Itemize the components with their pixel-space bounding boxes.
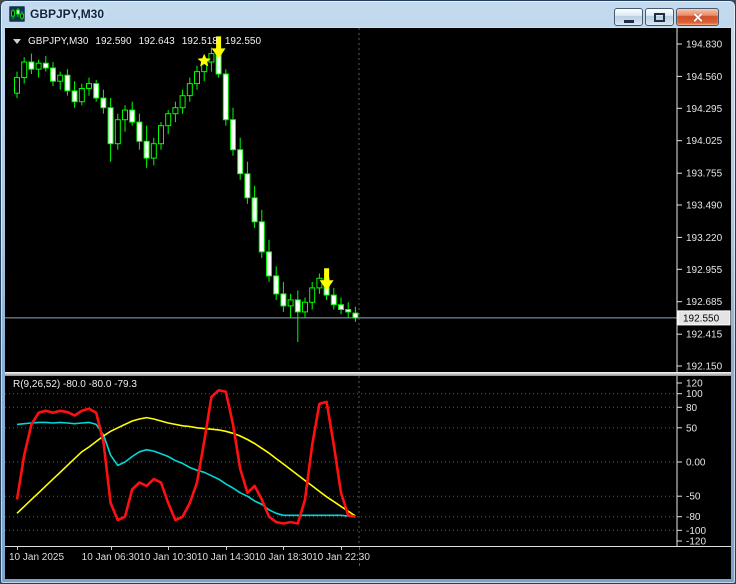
close-icon <box>692 12 703 23</box>
time-label: 10 Jan 22:30 <box>312 552 370 563</box>
price-tick-label: 192.150 <box>686 362 723 373</box>
price-tick-label: 194.560 <box>686 72 723 83</box>
minimize-button[interactable] <box>614 8 643 26</box>
mt4-chart-window: GBPJPY,M30 GBPJPY,M30 192.590 192.643 19… <box>0 0 736 584</box>
time-axis[interactable]: 10 Jan 2025 10 Jan 06:30 10 Jan 10:30 10 Ja… <box>5 546 731 579</box>
symbol-period-label: GBPJPY,M30 <box>28 36 89 47</box>
time-label: 10 Jan 06:30 <box>81 552 140 563</box>
chart-window-icon[interactable] <box>9 6 25 22</box>
time-tick <box>341 547 342 550</box>
time-tick <box>110 547 112 550</box>
time-tick <box>283 547 285 550</box>
svg-text:192.550: 192.550 <box>683 313 720 324</box>
time-tick <box>168 547 170 550</box>
maximize-icon <box>654 12 665 22</box>
indicator-tick-label: 100 <box>686 389 703 400</box>
indicator-tick-label: 80 <box>686 403 698 414</box>
one-click-trading-arrow[interactable] <box>13 39 21 48</box>
time-label: 10 Jan 14:30 <box>196 552 255 563</box>
maximize-button[interactable] <box>645 8 674 26</box>
candles <box>14 47 359 342</box>
candlestick-chart[interactable]: 194.830 194.560 194.295 194.025 193.755 193.4… <box>5 28 731 372</box>
minimize-icon <box>623 19 634 23</box>
time-tick <box>225 547 227 550</box>
indicator-tick-label: 120 <box>686 379 703 390</box>
price-tick-label: 192.415 <box>686 330 723 341</box>
indicator-tick-label: -120 <box>686 537 706 547</box>
chart-client-area: GBPJPY,M30 192.590 192.643 192.518 192.5… <box>5 27 731 579</box>
window-title: GBPJPY,M30 <box>30 7 105 21</box>
window-controls <box>614 8 719 26</box>
oscillator-chart[interactable]: 120100 80 50 0.00 -50 -80 -100-120 <box>5 376 731 546</box>
price-chart-panel[interactable]: GBPJPY,M30 192.590 192.643 192.518 192.5… <box>5 27 731 372</box>
current-price-badge: 192.550 <box>677 310 731 326</box>
price-tick-label: 194.830 <box>686 40 723 51</box>
high-value: 192.643 <box>138 36 175 47</box>
price-tick-label: 192.685 <box>686 297 723 308</box>
price-tick-label: 193.220 <box>686 233 723 244</box>
time-label: 10 Jan 10:30 <box>139 552 198 563</box>
close-button[interactable] <box>676 8 719 26</box>
price-tick-label: 193.490 <box>686 201 723 212</box>
close-value: 192.550 <box>224 36 262 47</box>
titlebar[interactable]: GBPJPY,M30 <box>1 1 735 27</box>
price-tick-label: 194.025 <box>686 136 723 147</box>
chart-info: GBPJPY,M30 192.590 192.643 192.518 192.5… <box>13 35 261 48</box>
price-tick-label: 192.955 <box>686 265 723 276</box>
indicator-axis[interactable]: 120100 80 50 0.00 -50 -80 -100-120 <box>676 376 706 547</box>
indicator-tick-label: -50 <box>686 492 701 503</box>
indicator-label: R(9,26,52) -80.0 -80.0 -79.3 <box>13 379 137 390</box>
indicator-tick-label: -100 <box>686 526 706 537</box>
time-label: 10 Jan 18:30 <box>254 552 313 563</box>
indicator-panel[interactable]: R(9,26,52) -80.0 -80.0 -79.3 120 100 80 50 0… <box>5 376 731 546</box>
price-tick-label: 194.295 <box>686 104 723 115</box>
price-axis[interactable]: 194.830 194.560 194.295 194.025 193.755 193.4… <box>676 28 731 373</box>
indicator-tick-label: 50 <box>686 423 698 434</box>
price-tick-label: 193.755 <box>686 169 723 180</box>
chart-icon-graphic <box>9 6 25 22</box>
indicator-tick-label: -80 <box>686 512 701 523</box>
time-label: 10 Jan 2025 <box>9 552 65 563</box>
open-value: 192.590 <box>95 36 132 47</box>
indicator-tick-label: 0.00 <box>686 458 706 469</box>
red-line <box>15 389 356 525</box>
low-value: 192.518 <box>181 36 218 47</box>
time-tick <box>17 547 18 550</box>
